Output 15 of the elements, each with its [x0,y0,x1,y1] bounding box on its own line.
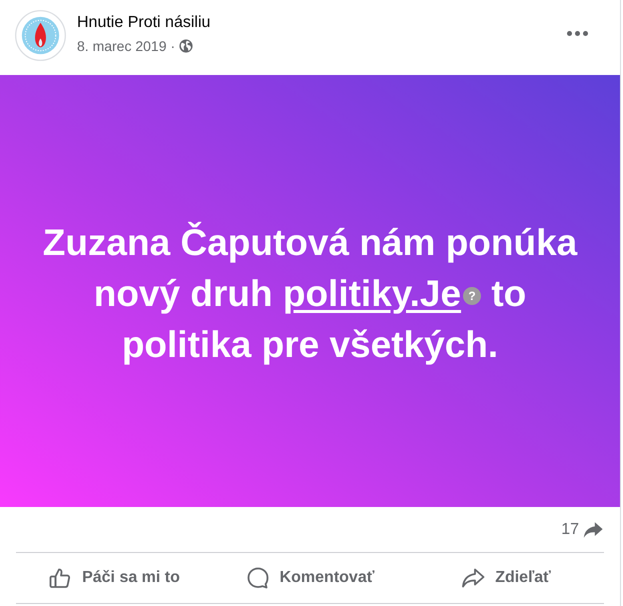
globe-icon [179,39,194,53]
speech-bubble-icon [246,566,270,590]
share-count[interactable]: 17 [561,520,579,538]
share-arrow-icon [461,566,486,590]
separator-dot: · [170,38,176,54]
comment-button[interactable]: Komentovať [212,553,408,603]
author-name[interactable]: Hnutie Proti násiliu [77,13,210,33]
post-date[interactable]: 8. marec 2019 [77,37,166,55]
post-text: Zuzana Čaputová nám ponúka nový druh politiky.Je ? to politika pre všetkých. [42,220,578,367]
missing-emoji-icon: ? [463,286,482,305]
like-button[interactable]: Páči sa mi to [16,553,212,603]
share-button[interactable]: Zdieľať [408,553,604,603]
post-link[interactable]: politiky.Je [282,272,462,314]
thumbs-up-icon [48,566,72,590]
logo-avatar-icon[interactable] [15,10,66,61]
